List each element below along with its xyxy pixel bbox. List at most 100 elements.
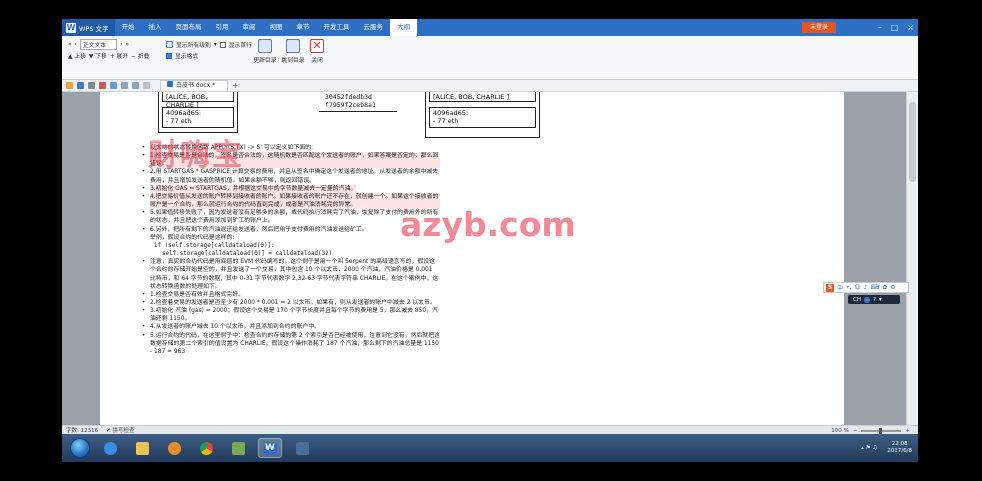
promote-icon[interactable]: ‹ [75, 42, 77, 48]
zoom-out-icon[interactable]: − [853, 428, 858, 434]
redo-icon[interactable] [132, 82, 139, 89]
paragraph[interactable]: • 3.初始化 汽油 (gas) = 2000；假设这个交易是 170 个字节长度… [140, 307, 440, 323]
paragraph[interactable]: • 2.用 STARTGAS * GASPRICE 计算交易的费用，并且从签名中确… [140, 168, 440, 184]
move-up-label: 上移 [74, 54, 86, 60]
save-icon[interactable] [77, 82, 84, 89]
paragraph[interactable]: • 5.如果值转移失败了，因为发送者没有足够多的余额，或代码执行消耗完了汽油，恢复… [140, 209, 440, 225]
menu-tab-6[interactable]: 章节 [290, 19, 317, 36]
move-down-label: 下移 [95, 54, 107, 60]
ime-status-icon [863, 296, 870, 303]
menu-tab-8[interactable]: 云服务 [357, 19, 391, 36]
bullet: • [141, 324, 146, 331]
paragraph[interactable]: • 4.把交易价值从发送的账户转移到接收者的账户。如果接收者的账户还不存在，就创建… [140, 192, 440, 210]
promote-to-heading-icon[interactable]: « [68, 42, 72, 48]
spell-check-status[interactable]: ✔ 拼写检查 [106, 426, 134, 434]
menu-tab-2[interactable]: 页面布局 [169, 19, 209, 36]
ime-toolbar[interactable]: S 中 •, ☺ ♪ ⌨ ✿ ⚙ [823, 282, 909, 293]
paragraph[interactable]: 举例，假设合约的代码是这样的: [140, 234, 440, 242]
media-player-icon [167, 441, 181, 455]
maximize-icon[interactable]: □ [891, 23, 899, 32]
emoji-icon[interactable]: ☺ [854, 284, 860, 291]
bullet: • [141, 291, 146, 298]
pdf-icon[interactable] [99, 82, 106, 89]
print-preview-icon[interactable] [110, 82, 117, 89]
paragraph[interactable]: • 4.从发送者的账户减去 10 个以太币，并且添加到合约的账户中。 [140, 323, 440, 331]
start-button[interactable] [70, 438, 90, 458]
document-tab[interactable]: 白皮书.docx * [160, 80, 229, 91]
collapse-button[interactable]: − 折叠 [131, 51, 149, 60]
paragraph[interactable]: • 5.运行合约的代码，在这里例子中：检查合约的存储的第 2 个索引是否已经被使用… [140, 332, 440, 356]
help-icon[interactable]: ? [873, 297, 876, 303]
ime-mode-label[interactable]: 中 [837, 283, 843, 292]
taskbar-ie[interactable] [98, 438, 122, 458]
demote-icon[interactable]: › [120, 42, 122, 48]
scrollbar-thumb[interactable] [909, 102, 916, 182]
zoom-slider[interactable] [861, 427, 902, 434]
menu-tab-9[interactable]: 大纲 [390, 19, 418, 36]
close-outline-button[interactable]: ✕ 关闭 [302, 39, 332, 64]
demote-to-body-icon[interactable]: » [125, 42, 129, 48]
menu-tab-1[interactable]: 插入 [142, 19, 169, 36]
document-canvas: [ALICE, BOB, CHARLIE ] 4096ad65: - 77 et… [62, 92, 906, 425]
taskbar-media-player[interactable] [162, 438, 186, 458]
skin-icon[interactable]: ✿ [882, 284, 887, 291]
show-format-checkbox[interactable] [166, 52, 172, 59]
word-count[interactable]: 字数: 12316 [66, 426, 98, 434]
chevron-down-icon[interactable]: ▾ [214, 42, 217, 48]
document-page[interactable]: [ALICE, BOB, CHARLIE ] 4096ad65: - 77 et… [100, 92, 844, 425]
menu-tab-4[interactable]: 审阅 [236, 19, 263, 36]
new-tab-icon[interactable]: + [232, 81, 239, 90]
language-label: CH [853, 296, 861, 303]
punctuation-icon[interactable]: •, [846, 284, 851, 291]
paragraph[interactable]: if !self.storage[calldataload(0)]: [140, 242, 440, 250]
paragraph[interactable]: • 1.检查交易是否有效并且格式完好。 [140, 291, 440, 299]
mic-icon[interactable]: ♪ [864, 284, 868, 291]
paragraph[interactable]: • 6.另外，把所有剩下的汽油退还给发送者，然后把用于支付费用的汽油发送给矿工。 [140, 226, 440, 234]
menu-tab-5[interactable]: 视图 [263, 19, 290, 36]
paragraph-text: self.storage[calldataload(0)] = calldata… [162, 251, 333, 258]
login-button[interactable]: 未登录 [801, 22, 836, 33]
taskbar-explorer[interactable] [130, 438, 154, 458]
zoom-in-icon[interactable]: + [905, 428, 910, 434]
zoom-slider-knob[interactable] [879, 427, 883, 434]
taskbar-wps[interactable]: W [258, 438, 282, 458]
paragraph[interactable]: • 1.检查交易是否是合法的，签名是否合法的，这随机数是否匹配这个发送者的账户，如… [140, 152, 440, 169]
options-icon[interactable]: ▾ [879, 297, 882, 303]
taskbar-screen-recorder[interactable] [290, 438, 314, 458]
clock[interactable]: 22:08 2017/6/8 [887, 441, 912, 455]
hash-underline [319, 111, 397, 112]
show-level-select[interactable]: 显示所有级别 [176, 40, 211, 49]
hash-line-2: f7959f2ceb8a1 [325, 101, 376, 109]
zoom-level[interactable]: 100 % [831, 428, 848, 434]
menu-tab-0[interactable]: 开始 [115, 19, 142, 36]
print-icon[interactable] [88, 82, 95, 89]
paragraph[interactable]: • 2.检查着交易的发送者是否至少有 2000 * 0.001 = 2 以太币。如… [140, 299, 440, 307]
minimize-icon[interactable]: – [878, 23, 882, 32]
close-icon[interactable]: × [907, 23, 914, 32]
vertical-scrollbar[interactable] [906, 92, 918, 425]
tools-icon[interactable]: ⚙ [890, 284, 895, 291]
app-menu-button[interactable]: W WPS 文字 [62, 19, 115, 36]
customize-icon[interactable] [143, 82, 150, 89]
bullet: • [141, 145, 146, 151]
move-up-button[interactable]: ▲ 上移 [68, 51, 86, 60]
move-down-button[interactable]: ▼ 下移 [89, 51, 107, 60]
paragraph[interactable]: • 3.初始化 GAS = STARTGAS，并根据这交易中的字节数量减去一定量的… [140, 184, 440, 193]
update-toc-button[interactable]: 更新目录 [250, 39, 280, 64]
taskbar-chrome[interactable] [194, 438, 218, 458]
keyboard-icon[interactable]: ⌨ [871, 284, 880, 291]
tray-icons[interactable]: ▴ ⚑ ♫ [861, 445, 877, 451]
document-body: • 以太坊的状态转换函数 APPLY(S,TX) -> S' 可以定义如下面的: •… [140, 144, 440, 356]
show-first-line-checkbox[interactable] [219, 41, 226, 48]
language-bar[interactable]: CH ? ▾ [848, 295, 900, 304]
expand-button[interactable]: + 展开 [110, 51, 128, 60]
taskbar-tool[interactable] [226, 438, 250, 458]
paragraph[interactable]: self.storage[calldataload(0)] = calldata… [140, 250, 440, 258]
paragraph[interactable]: • 以太坊的状态转换函数 APPLY(S,TX) -> S' 可以定义如下面的: [140, 144, 440, 152]
undo-icon[interactable] [121, 82, 128, 89]
menu-tab-3[interactable]: 引用 [209, 19, 236, 36]
folder-icon[interactable] [66, 82, 73, 89]
outline-level-select[interactable]: 正文文本 [79, 39, 118, 50]
paragraph[interactable]: • 注意，真实的合约代码是用底层的 EVM 代码编写的，这个例子是用一个叫 Ser… [140, 258, 440, 291]
menu-tab-7[interactable]: 开发工具 [317, 19, 357, 36]
